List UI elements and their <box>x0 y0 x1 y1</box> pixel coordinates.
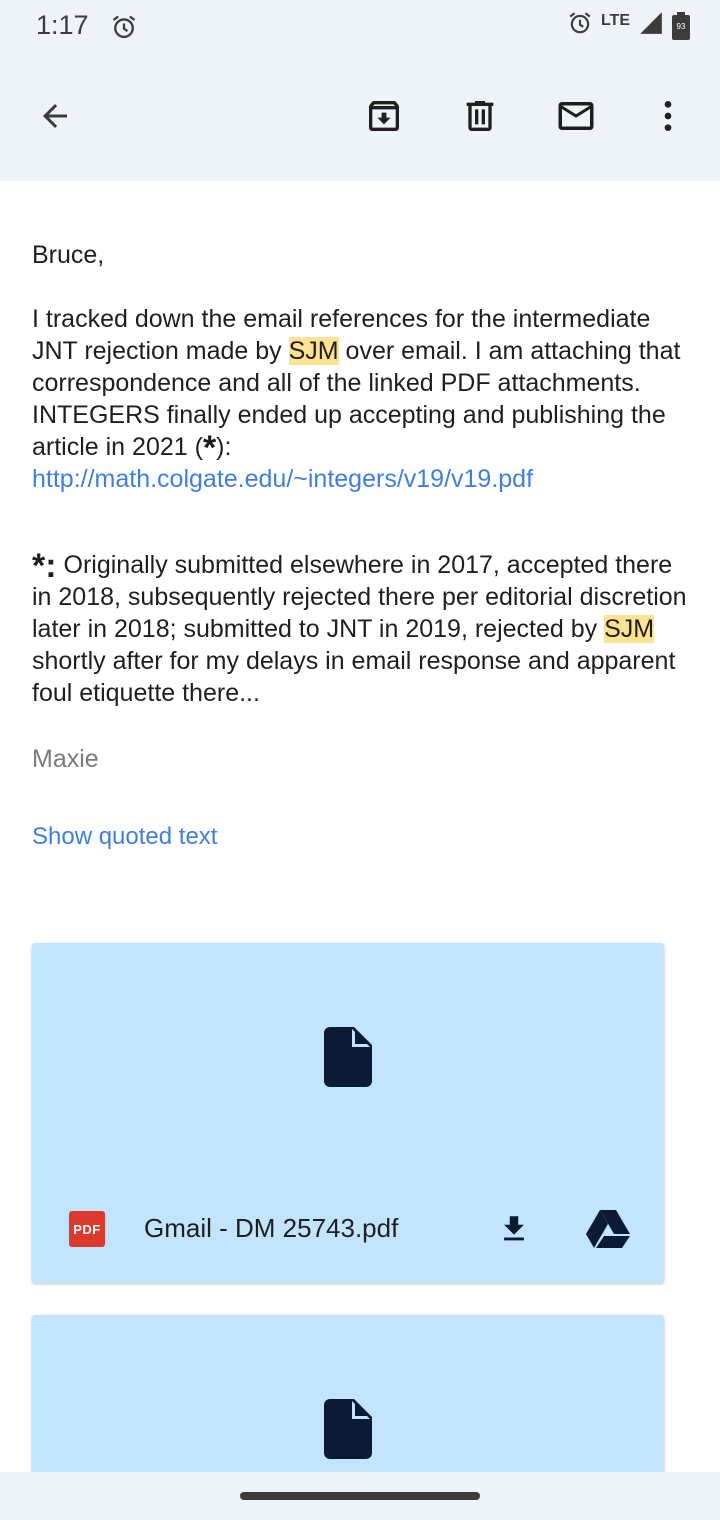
network-type-label: LTE <box>600 11 630 29</box>
pdf-file-icon: PDF <box>69 1211 105 1247</box>
battery-icon: 93 <box>672 11 690 40</box>
status-time: 1:17 <box>36 10 89 40</box>
attachment-card[interactable]: PDF Gmail - DM 25743.pdf <box>32 943 664 1283</box>
download-button[interactable] <box>490 1205 538 1253</box>
delete-icon <box>466 101 494 131</box>
battery-level: 93 <box>676 21 686 31</box>
integers-link[interactable]: http://math.colgate.edu/~integers/v19/v1… <box>32 465 533 493</box>
back-button[interactable] <box>31 92 79 140</box>
signal-icon <box>638 10 664 41</box>
mark-unread-button[interactable] <box>552 92 600 140</box>
search-highlight: SJM <box>604 615 655 643</box>
status-bar: 1:17 LTE 93 <box>0 0 720 56</box>
asterisk-marker: * <box>202 429 217 467</box>
alarm-icon <box>110 13 138 46</box>
archive-icon <box>369 101 399 131</box>
paragraph-text: Originally submitted elsewhere in 2017, … <box>32 551 687 643</box>
attachment-name: Gmail - DM 25743.pdf <box>144 1213 399 1243</box>
status-icons: LTE 93 <box>567 10 690 41</box>
home-gesture-handle[interactable] <box>240 1492 480 1500</box>
email-signature: Maxie <box>32 745 99 773</box>
paragraph-text: ): <box>216 433 232 461</box>
arrow-back-icon <box>43 104 67 128</box>
more-vert-icon <box>664 101 672 131</box>
download-icon <box>504 1216 524 1241</box>
file-icon <box>324 1027 372 1087</box>
archive-button[interactable] <box>360 92 408 140</box>
alarm-icon <box>567 10 593 41</box>
more-options-button[interactable] <box>644 92 692 140</box>
google-drive-icon <box>586 1210 630 1248</box>
file-icon <box>324 1399 372 1459</box>
email-greeting: Bruce, <box>32 241 105 269</box>
attachment-info-row: PDF Gmail - DM 25743.pdf <box>32 1205 664 1253</box>
email-paragraph-2: *: Originally submitted elsewhere in 201… <box>32 549 692 709</box>
system-navigation-bar <box>0 1472 720 1520</box>
paragraph-text: shortly after for my delays in email res… <box>32 647 676 707</box>
top-app-bar <box>0 56 720 181</box>
save-to-drive-button[interactable] <box>582 1205 634 1253</box>
search-highlight: SJM <box>288 337 339 365</box>
mail-icon <box>558 102 594 130</box>
delete-button[interactable] <box>456 92 504 140</box>
email-paragraph-1: I tracked down the email references for … <box>32 303 692 495</box>
show-quoted-text-link[interactable]: Show quoted text <box>32 823 217 851</box>
footnote-marker: *: <box>32 547 57 585</box>
